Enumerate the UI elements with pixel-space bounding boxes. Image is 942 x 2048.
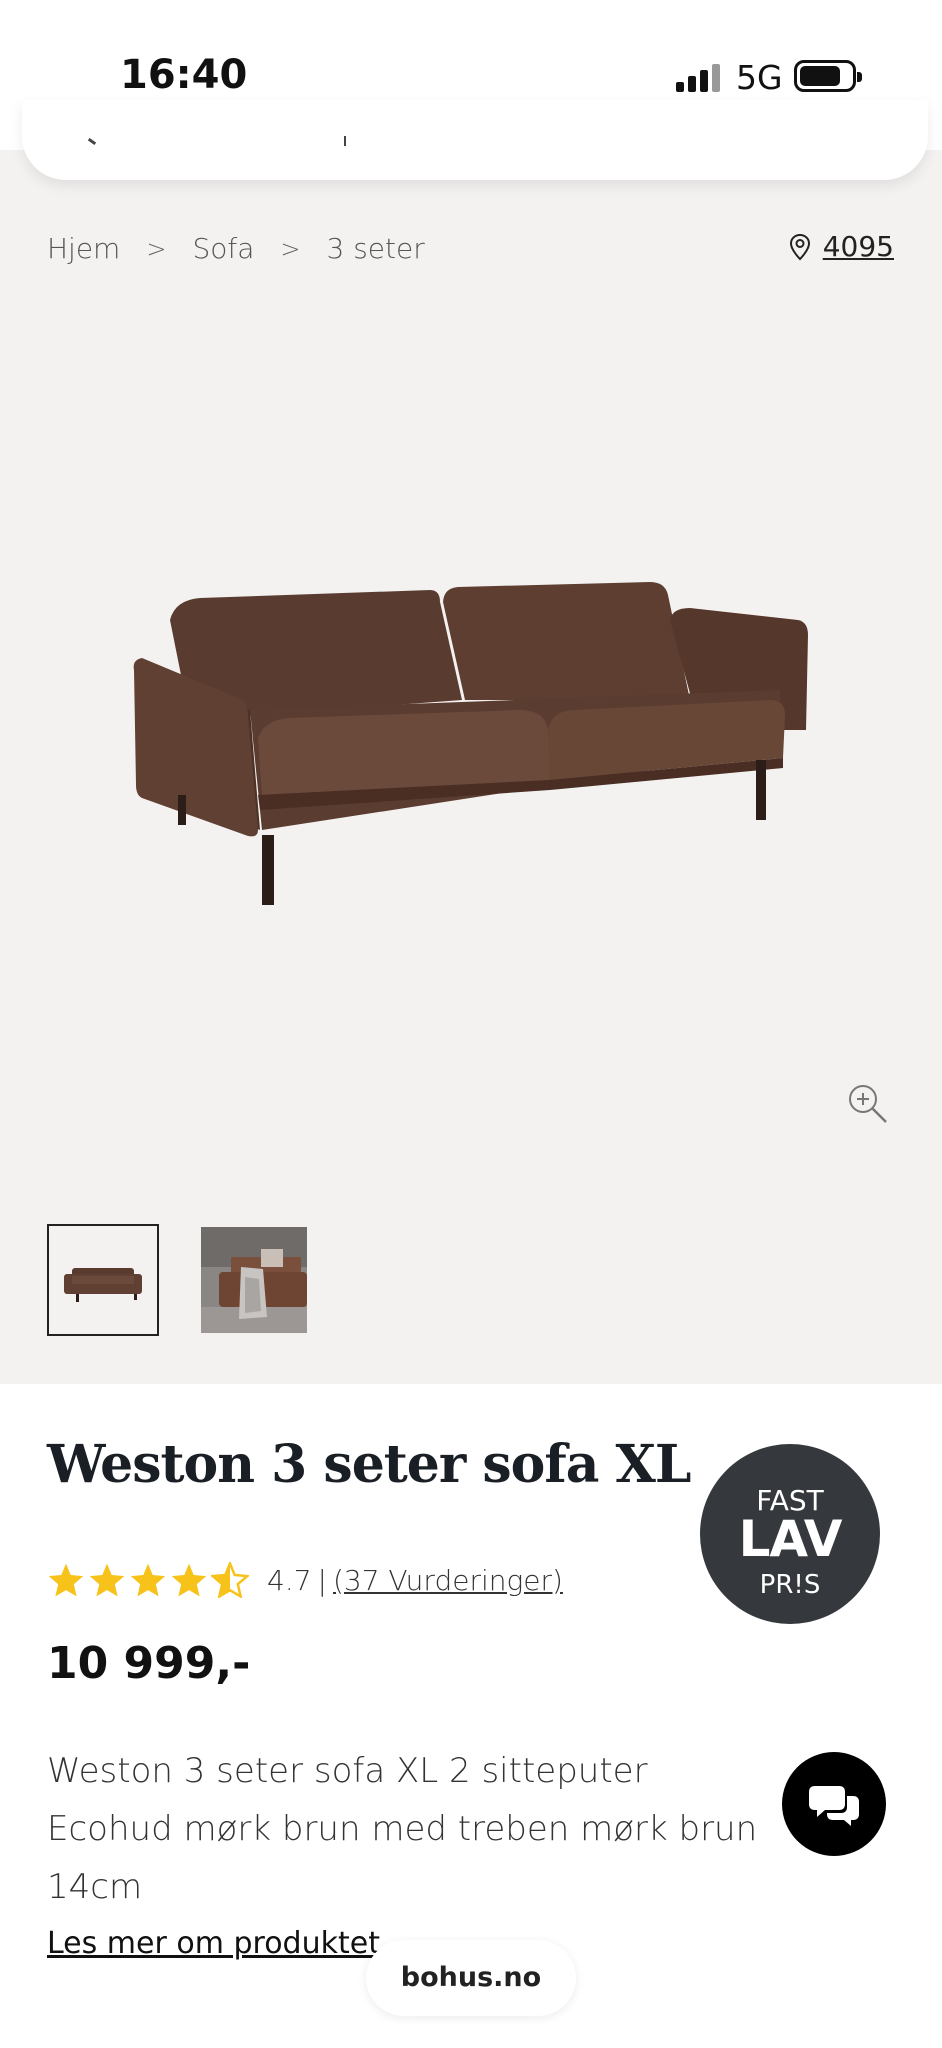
chevron-right-icon: > xyxy=(146,234,167,263)
thumbnail-strip xyxy=(47,1224,307,1336)
breadcrumb: Hjem > Sofa > 3 seter xyxy=(47,232,425,265)
breadcrumb-item-home[interactable]: Hjem xyxy=(47,232,120,265)
fast-lav-pris-badge: FAST LAV PR!S xyxy=(700,1444,880,1624)
rating: 4.7 | (37 Vurderinger) xyxy=(47,1562,563,1598)
zoom-in-icon[interactable] xyxy=(846,1082,888,1124)
star-icon xyxy=(171,1563,207,1597)
browser-url-bar[interactable]: bohus.no xyxy=(366,1940,576,2016)
signal-icon xyxy=(676,64,720,92)
thumbnail-1[interactable] xyxy=(47,1224,159,1336)
star-icon xyxy=(48,1563,84,1597)
product-title: Weston 3 seter sofa XL xyxy=(47,1434,691,1495)
breadcrumb-item-sofa[interactable]: Sofa xyxy=(192,232,254,265)
room-thumbnail-image xyxy=(201,1227,307,1333)
search-bar[interactable] xyxy=(22,100,928,180)
postcode-link[interactable]: 4095 xyxy=(823,230,894,263)
sofa-illustration xyxy=(133,582,808,905)
reviews-link[interactable]: (37 Vurderinger) xyxy=(333,1564,563,1597)
breadcrumb-item-3-seter[interactable]: 3 seter xyxy=(326,232,424,265)
product-description: Weston 3 seter sofa XL 2 sitteputer Ecoh… xyxy=(47,1751,758,1907)
next-section-peek xyxy=(47,2032,547,2048)
thumbnail-2[interactable] xyxy=(201,1227,307,1333)
star-rating xyxy=(47,1562,249,1598)
chat-bubbles-icon xyxy=(809,1786,859,1826)
chat-button[interactable] xyxy=(782,1752,886,1856)
store-location[interactable]: 4095 xyxy=(789,230,894,263)
sofa-thumbnail-image xyxy=(64,1268,142,1302)
badge-line-3: PR!S xyxy=(759,1570,821,1600)
rating-separator: | xyxy=(317,1563,327,1597)
location-pin-icon xyxy=(789,233,810,260)
badge-line-2: LAV xyxy=(738,1510,843,1568)
battery-icon xyxy=(794,60,862,92)
star-icon xyxy=(89,1563,125,1597)
star-icon xyxy=(130,1563,166,1597)
half-star-icon xyxy=(211,1562,249,1598)
product-price: 10 999,- xyxy=(47,1638,251,1689)
read-more-link[interactable]: Les mer om produktet xyxy=(47,1926,380,1961)
rating-value: 4.7 xyxy=(267,1563,312,1597)
network-label: 5G xyxy=(736,58,783,97)
chevron-right-icon: > xyxy=(280,234,301,263)
status-time: 16:40 xyxy=(120,52,248,98)
product-image[interactable] xyxy=(0,290,942,1170)
